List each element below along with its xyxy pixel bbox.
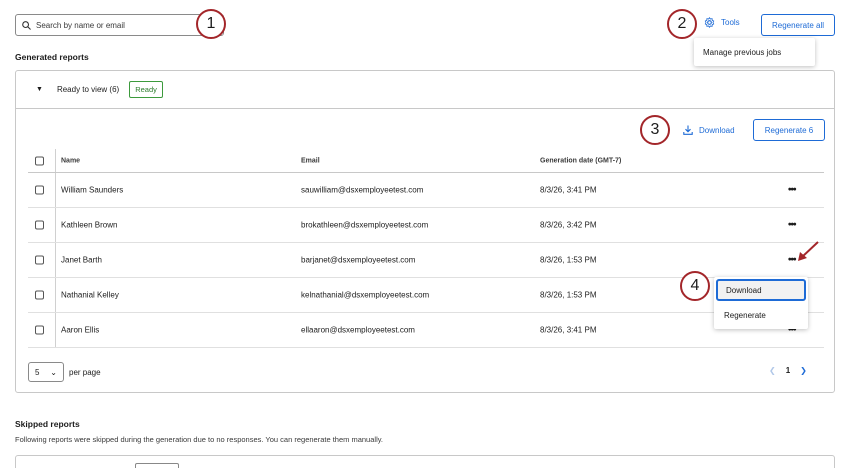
row-date: 8/3/26, 1:53 PM [540,255,597,265]
tools-button[interactable]: Tools [704,17,740,28]
row-action-menu: Download Regenerate [714,277,808,329]
skipped-reports-description: Following reports were skipped during th… [15,435,384,444]
search-icon [22,20,31,30]
search-input-wrapper[interactable] [15,14,224,36]
skipped-badge [135,463,179,468]
column-header-email: Email [301,157,320,164]
download-icon [683,125,693,135]
column-header-name: Name [61,157,81,164]
generated-reports-title: Generated reports [15,52,89,62]
table-row: William Saunders sauwilliam@dsxemployeet… [28,173,824,208]
chevron-down-icon: ⌄ [50,367,57,377]
row-name: Nathanial Kelley [61,290,119,300]
search-input[interactable] [36,20,216,30]
table-row: Janet Barth barjanet@dsxemployeetest.com… [28,243,824,278]
ready-group-header[interactable]: ▼ Ready to view (6) Ready [16,71,834,109]
more-actions-icon[interactable]: ••• [788,255,796,266]
table-header: Name Email Generation date (GMT-7) [28,149,824,173]
select-all-checkbox[interactable] [35,156,44,165]
row-date: 8/3/26, 3:42 PM [540,220,597,230]
row-email: barjanet@dsxemployeetest.com [301,255,416,265]
row-date: 8/3/26, 3:41 PM [540,325,597,335]
row-name: Aaron Ellis [61,325,100,335]
tools-label: Tools [721,18,740,27]
callout-3: 3 [640,115,670,145]
callout-2: 2 [667,9,697,39]
row-name: William Saunders [61,185,124,195]
row-checkbox[interactable] [35,325,44,335]
per-page-value: 5 [35,367,40,377]
download-button[interactable]: Download [683,125,735,135]
regenerate-selected-button[interactable]: Regenerate 6 [753,119,825,141]
page-number[interactable]: 1 [786,366,790,375]
chevron-left-icon[interactable]: ❮ [769,366,776,375]
caret-down-icon[interactable]: ▼ [36,86,43,93]
row-date: 8/3/26, 3:41 PM [540,185,597,195]
row-email: sauwilliam@dsxemployeetest.com [301,185,424,195]
per-page-control: 5 ⌄ per page [28,362,101,382]
callout-1: 1 [196,9,226,39]
table-row: Aaron Ellis ellaaron@dsxemployeetest.com… [28,313,824,348]
skipped-reports-panel [15,455,835,468]
row-name: Kathleen Brown [61,220,118,230]
per-page-label: per page [69,367,101,377]
row-checkbox[interactable] [35,185,44,195]
row-email: brokathleen@dsxemployeetest.com [301,220,429,230]
row-checkbox[interactable] [35,290,44,300]
chevron-right-icon[interactable]: ❯ [800,366,807,375]
generated-reports-panel: ▼ Ready to view (6) Ready Download Regen… [15,70,835,393]
more-actions-icon[interactable]: ••• [788,220,796,231]
column-header-date: Generation date (GMT-7) [540,157,622,164]
more-actions-icon[interactable]: ••• [788,185,796,196]
group-label: Ready to view (6) [56,85,120,94]
regenerate-menu-item[interactable]: Regenerate [716,304,806,326]
skipped-reports-title: Skipped reports [15,419,80,429]
gear-icon [704,17,715,28]
row-email: ellaaron@dsxemployeetest.com [301,325,415,335]
row-name: Janet Barth [61,255,102,265]
row-checkbox[interactable] [35,255,44,265]
annotation-arrow-icon [798,241,819,261]
download-label: Download [699,125,735,135]
callout-4: 4 [680,271,710,301]
per-page-select[interactable]: 5 ⌄ [28,362,64,382]
row-date: 8/3/26, 1:53 PM [540,290,597,300]
manage-previous-jobs-menu-item[interactable]: Manage previous jobs [694,38,815,66]
table-row: Kathleen Brown brokathleen@dsxemployeete… [28,208,824,243]
download-menu-item[interactable]: Download [716,279,806,301]
row-checkbox[interactable] [35,220,44,230]
row-email: kelnathanial@dsxemployeetest.com [301,290,430,300]
status-badge: Ready [129,81,163,98]
pagination: ❮ 1 ❯ [769,366,807,375]
regenerate-all-button[interactable]: Regenerate all [761,14,835,36]
